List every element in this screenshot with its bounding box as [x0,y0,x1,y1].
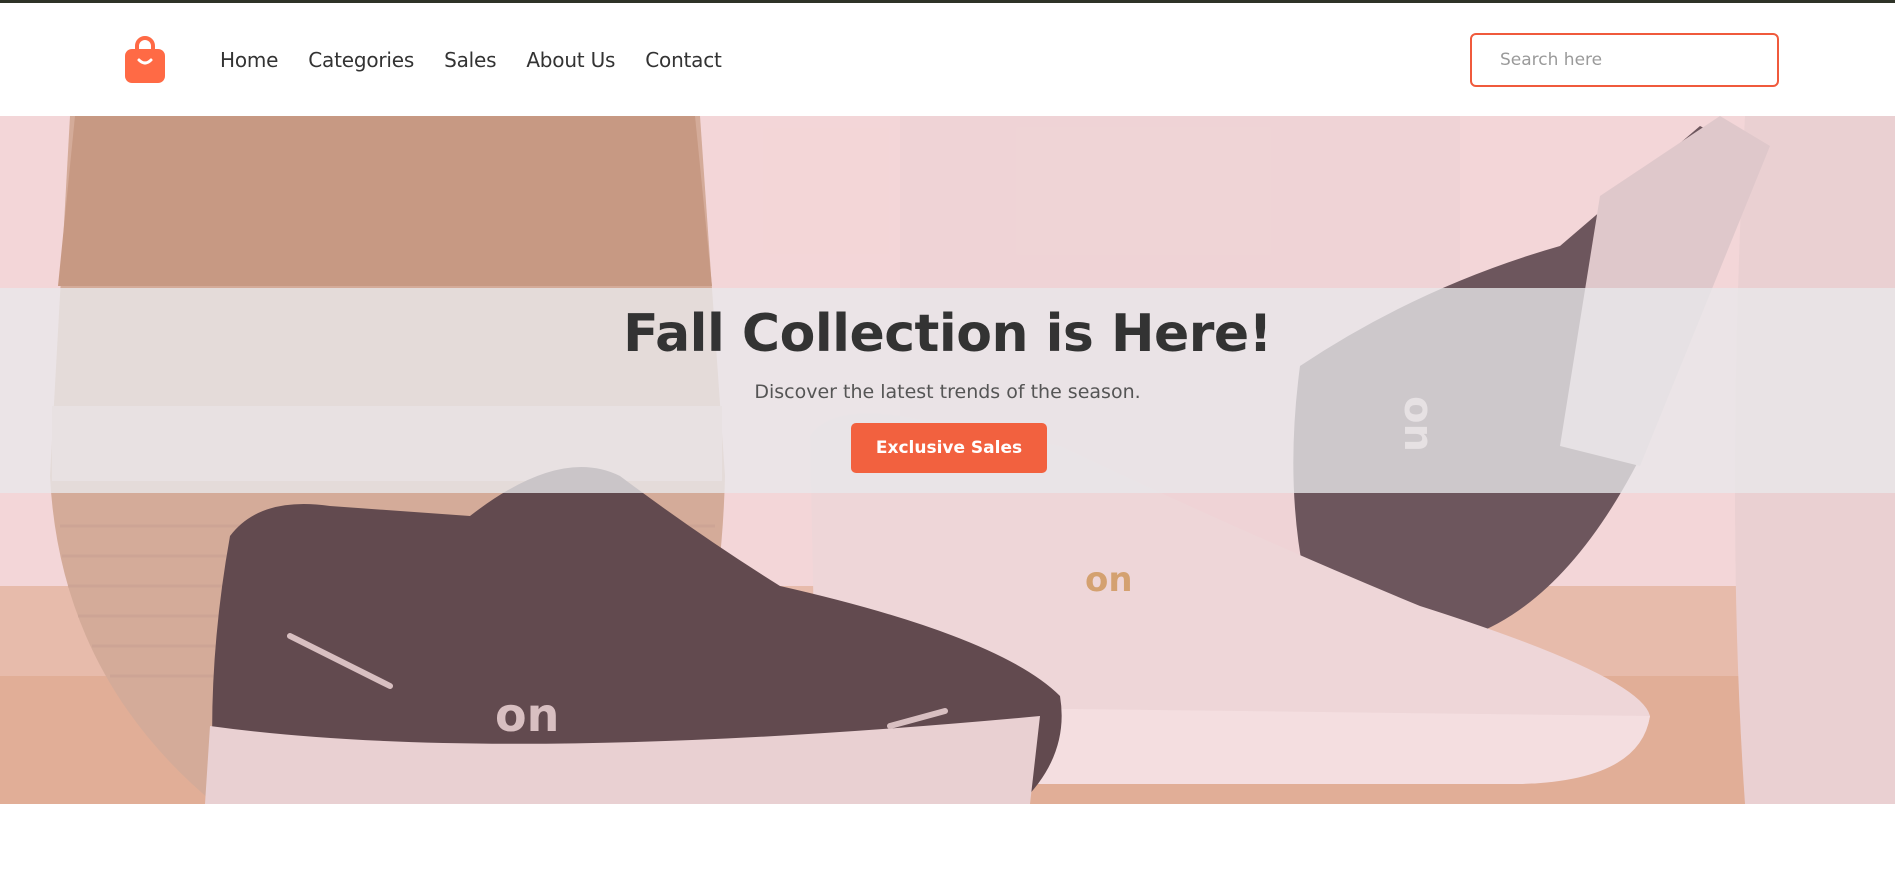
main-nav: Home Categories Sales About Us Contact [220,45,752,75]
site-header: Home Categories Sales About Us Contact [0,3,1895,116]
exclusive-sales-button[interactable]: Exclusive Sales [851,423,1047,473]
nav-sales[interactable]: Sales [444,45,496,75]
shopping-bag-icon[interactable] [124,36,166,84]
nav-categories[interactable]: Categories [308,45,414,75]
search-input[interactable] [1470,33,1779,87]
hero-banner: on on on Fall Collection is Here! Discov… [0,116,1895,804]
hero-title: Fall Collection is Here! [623,304,1272,364]
nav-contact[interactable]: Contact [645,45,722,75]
hero-subtitle: Discover the latest trends of the season… [754,381,1141,403]
nav-home[interactable]: Home [220,45,278,75]
nav-about-us[interactable]: About Us [526,45,615,75]
